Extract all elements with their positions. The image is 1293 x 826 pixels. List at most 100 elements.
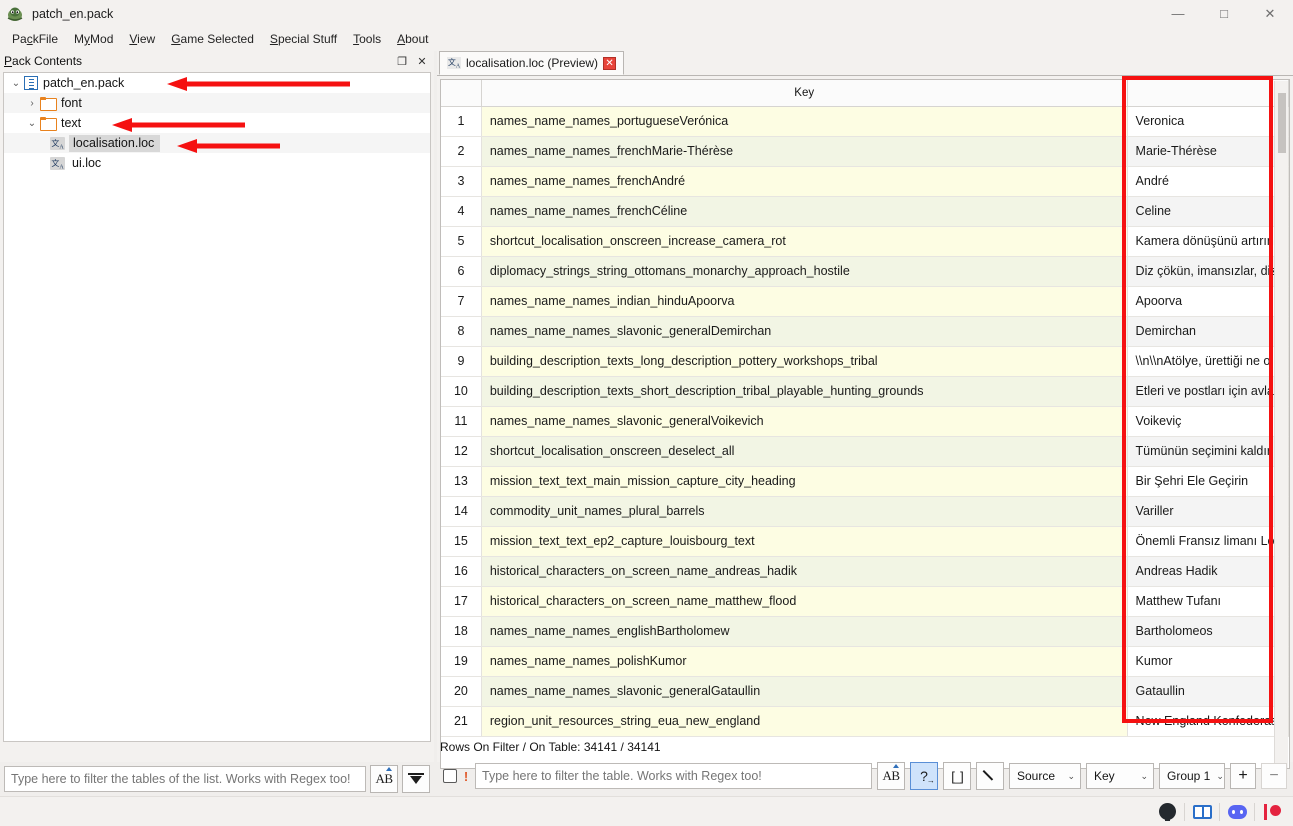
cell-key[interactable]: names_name_names_englishBartholomew <box>481 616 1128 647</box>
cell-value[interactable]: Kumor <box>1127 646 1289 677</box>
table-row[interactable]: 10 building_description_texts_short_descr… <box>441 376 1289 407</box>
row-number[interactable]: 5 <box>441 226 482 257</box>
menu-game-selected[interactable]: Game Selected <box>163 29 262 49</box>
filter-source-select[interactable]: Source ⌄ <box>1009 763 1081 789</box>
column-header-key[interactable]: Key <box>481 80 1128 107</box>
table-scroll-thumb[interactable] <box>1278 93 1286 153</box>
cell-key[interactable]: diplomacy_strings_string_ottomans_monarc… <box>481 256 1128 287</box>
table-row[interactable]: 21 region_unit_resources_string_eua_new_e… <box>441 706 1289 737</box>
row-number[interactable]: 19 <box>441 646 482 677</box>
cell-key[interactable]: names_name_names_portugueseVerónica <box>481 106 1128 137</box>
table-row[interactable]: 12 shortcut_localisation_onscreen_deselec… <box>441 436 1289 467</box>
tree-item-font[interactable]: › font <box>4 93 430 113</box>
table-row[interactable]: 9 building_description_texts_long_descrip… <box>441 346 1289 377</box>
table-row[interactable]: 20 names_name_names_slavonic_generalGatau… <box>441 676 1289 707</box>
cell-key[interactable]: historical_characters_on_screen_name_mat… <box>481 586 1128 617</box>
table-row[interactable]: 13 mission_text_text_main_mission_capture… <box>441 466 1289 497</box>
close-button[interactable]: ✕ <box>1247 0 1293 27</box>
table-vertical-scrollbar[interactable] <box>1274 81 1288 768</box>
table-row[interactable]: 3 names_name_names_frenchAndré André <box>441 166 1289 197</box>
cell-value[interactable]: Celine <box>1127 196 1289 227</box>
menu-about[interactable]: About <box>389 29 436 49</box>
tree-twisty-font[interactable]: › <box>24 98 40 109</box>
close-panel-button[interactable]: ✕ <box>413 52 431 70</box>
manual-link[interactable] <box>1187 800 1217 824</box>
table-filter-input[interactable] <box>475 763 872 789</box>
minimize-button[interactable]: — <box>1155 0 1201 27</box>
table-row[interactable]: 14 commodity_unit_names_plural_barrels Var… <box>441 496 1289 527</box>
row-number[interactable]: 2 <box>441 136 482 167</box>
menu-packfile[interactable]: PackFile <box>4 29 66 49</box>
filter-invert-label[interactable]: ! <box>462 769 470 784</box>
cell-value[interactable]: Gataullin <box>1127 676 1289 707</box>
pack-contents-tree[interactable]: ⌄ patch_en.pack › font ⌄ text 文A localis… <box>3 72 431 742</box>
cell-value[interactable]: Marie-Thérèse <box>1127 136 1289 167</box>
tree-twisty-pack[interactable]: ⌄ <box>8 78 24 89</box>
cell-key[interactable]: building_description_texts_long_descript… <box>481 346 1128 377</box>
cell-key[interactable]: names_name_names_slavonic_generalVoikevi… <box>481 406 1128 437</box>
table-row[interactable]: 18 names_name_names_englishBartholomew Bar… <box>441 616 1289 647</box>
cell-value[interactable]: New England Konfederasy <box>1127 706 1289 737</box>
cell-value[interactable]: Bartholomeos <box>1127 616 1289 647</box>
tree-twisty-text[interactable]: ⌄ <box>24 118 40 129</box>
cell-key[interactable]: names_name_names_slavonic_generalDemirch… <box>481 316 1128 347</box>
cell-key[interactable]: names_name_names_frenchAndré <box>481 166 1128 197</box>
add-filter-button[interactable]: + <box>1230 763 1256 789</box>
row-number[interactable]: 21 <box>441 706 482 737</box>
table-row[interactable]: 1 names_name_names_portugueseVerónica Vero… <box>441 106 1289 137</box>
table-row[interactable]: 17 historical_characters_on_screen_name_m… <box>441 586 1289 617</box>
column-header-value[interactable] <box>1127 80 1289 107</box>
table-row[interactable]: 6 diplomacy_strings_string_ottomans_monar… <box>441 256 1289 287</box>
filter-edit-button[interactable] <box>976 762 1004 790</box>
cell-value[interactable]: Veronica <box>1127 106 1289 137</box>
cell-key[interactable]: building_description_texts_short_descrip… <box>481 376 1128 407</box>
patreon-link[interactable] <box>1257 800 1287 824</box>
row-number[interactable]: 10 <box>441 376 482 407</box>
cell-value[interactable]: Voikeviç <box>1127 406 1289 437</box>
cell-key[interactable]: names_name_names_frenchCéline <box>481 196 1128 227</box>
cell-key[interactable]: names_name_names_slavonic_generalGataull… <box>481 676 1128 707</box>
menu-view[interactable]: View <box>121 29 163 49</box>
row-number[interactable]: 8 <box>441 316 482 347</box>
tree-collapse-all-button[interactable] <box>402 765 430 793</box>
row-number[interactable]: 17 <box>441 586 482 617</box>
filter-case-sensitive-button[interactable]: AB <box>877 762 905 790</box>
cell-value[interactable]: Bir Şehri Ele Geçirin <box>1127 466 1289 497</box>
tab-close-icon[interactable]: ✕ <box>603 56 617 70</box>
table-row[interactable]: 5 shortcut_localisation_onscreen_increase… <box>441 226 1289 257</box>
row-number[interactable]: 15 <box>441 526 482 557</box>
tree-filter-input[interactable] <box>4 766 366 792</box>
cell-value[interactable]: Önemli Fransız limanı Loui <box>1127 526 1289 557</box>
discord-link[interactable] <box>1222 800 1252 824</box>
cell-value[interactable]: André <box>1127 166 1289 197</box>
filter-brackets-button[interactable]: [_] <box>943 762 971 790</box>
tree-item-text[interactable]: ⌄ text <box>4 113 430 133</box>
tree-item-localisation-loc[interactable]: 文A localisation.loc <box>4 133 430 153</box>
row-number[interactable]: 6 <box>441 256 482 287</box>
github-link[interactable] <box>1152 800 1182 824</box>
filter-enable-checkbox[interactable] <box>443 769 457 783</box>
row-number[interactable]: 7 <box>441 286 482 317</box>
filter-group-select[interactable]: Group 1 ⌄ <box>1159 763 1225 789</box>
menu-mymod[interactable]: MyMod <box>66 29 121 49</box>
table-row[interactable]: 7 names_name_names_indian_hinduApoorva Apo… <box>441 286 1289 317</box>
table-row[interactable]: 19 names_name_names_polishKumor Kumor <box>441 646 1289 677</box>
row-number[interactable]: 11 <box>441 406 482 437</box>
table-row[interactable]: 16 historical_characters_on_screen_name_a… <box>441 556 1289 587</box>
cell-key[interactable]: shortcut_localisation_onscreen_increase_… <box>481 226 1128 257</box>
table-row[interactable]: 4 names_name_names_frenchCéline Celine <box>441 196 1289 227</box>
cell-key[interactable]: historical_characters_on_screen_name_and… <box>481 556 1128 587</box>
filter-column-select[interactable]: Key ⌄ <box>1086 763 1154 789</box>
maximize-button[interactable]: □ <box>1201 0 1247 27</box>
cell-key[interactable]: shortcut_localisation_onscreen_deselect_… <box>481 436 1128 467</box>
row-number[interactable]: 9 <box>441 346 482 377</box>
filter-regex-button[interactable]: ? <box>910 762 938 790</box>
row-number[interactable]: 1 <box>441 106 482 137</box>
cell-value[interactable]: \\n\\nAtölye, ürettiği ne o <box>1127 346 1289 377</box>
cell-value[interactable]: Variller <box>1127 496 1289 527</box>
cell-key[interactable]: names_name_names_polishKumor <box>481 646 1128 677</box>
row-number[interactable]: 16 <box>441 556 482 587</box>
table-row[interactable]: 15 mission_text_text_ep2_capture_louisbou… <box>441 526 1289 557</box>
tab-localisation-loc[interactable]: 文A localisation.loc (Preview) ✕ <box>439 51 625 75</box>
cell-key[interactable]: commodity_unit_names_plural_barrels <box>481 496 1128 527</box>
